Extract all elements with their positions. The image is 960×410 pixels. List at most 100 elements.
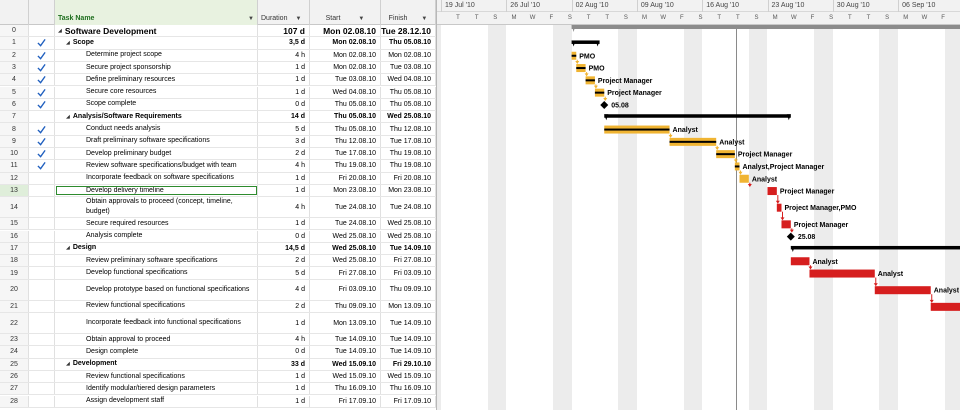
- table-row[interactable]: 19 Develop functional specifications 5 d Fr…: [0, 267, 436, 280]
- finish-cell[interactable]: Wed 15.09.10: [381, 370, 436, 383]
- duration-cell[interactable]: 0 d: [258, 346, 310, 358]
- critical-task-bar[interactable]: [930, 302, 960, 311]
- duration-cell[interactable]: 1 d: [258, 74, 310, 86]
- row-id[interactable]: 10: [0, 148, 29, 160]
- dependency-arrow[interactable]: [575, 61, 580, 65]
- start-cell[interactable]: Mon 02.08.10: [310, 49, 381, 61]
- start-cell[interactable]: Tue 24.08.10: [310, 218, 381, 230]
- duration-cell[interactable]: 1 d: [258, 383, 310, 395]
- start-cell[interactable]: Wed 04.08.10: [310, 86, 381, 98]
- start-cell[interactable]: Fri 17.09.10: [310, 395, 381, 407]
- dependency-arrow[interactable]: [593, 85, 598, 89]
- task-name-cell[interactable]: Define preliminary resources: [55, 74, 258, 86]
- start-cell[interactable]: Wed 25.08.10: [310, 230, 381, 242]
- duration-cell[interactable]: 1 d: [258, 184, 310, 197]
- finish-cell[interactable]: Wed 25.08.10: [381, 230, 436, 242]
- duration-cell[interactable]: 1 d: [258, 313, 310, 333]
- task-name-cell[interactable]: Review functional specifications: [55, 300, 258, 312]
- task-name-cell[interactable]: Incorporate feedback on software specifi…: [55, 172, 258, 184]
- resource-label[interactable]: Analyst: [934, 288, 960, 295]
- start-cell[interactable]: Wed 25.08.10: [310, 255, 381, 267]
- start-cell[interactable]: Thu 05.08.10: [310, 111, 381, 123]
- dependency-arrow[interactable]: [780, 217, 785, 221]
- row-id[interactable]: 7: [0, 111, 29, 123]
- start-cell[interactable]: Thu 05.08.10: [310, 123, 381, 135]
- table-row[interactable]: 11 Review software specifications/budget …: [0, 160, 436, 173]
- table-row[interactable]: 18 Review preliminary software specificat…: [0, 255, 436, 268]
- finish-cell[interactable]: Thu 19.08.10: [381, 160, 436, 172]
- row-id-header[interactable]: [0, 0, 29, 25]
- dependency-arrow[interactable]: [668, 134, 673, 138]
- finish-cell[interactable]: Wed 25.08.10: [381, 218, 436, 230]
- table-row[interactable]: 10 Develop preliminary budget 2 d Tue 17.08…: [0, 148, 436, 161]
- duration-cell[interactable]: 4 h: [258, 197, 310, 218]
- start-cell[interactable]: Thu 09.09.10: [310, 300, 381, 312]
- table-row[interactable]: 6 Scope complete 0 d Thu 05.08.10 Thu 05.08.…: [0, 98, 436, 112]
- duration-cell[interactable]: 1 d: [258, 172, 310, 184]
- resource-label[interactable]: PMO: [579, 53, 596, 60]
- resource-label[interactable]: Analyst: [812, 259, 838, 266]
- task-name-cell[interactable]: Develop delivery timeline: [55, 184, 258, 197]
- table-row[interactable]: 1 ◢ Scope 3,5 d Mon 02.08.10 Thu 05.08.10: [0, 37, 436, 50]
- finish-cell[interactable]: Fri 17.09.10: [381, 395, 436, 407]
- table-row[interactable]: 8 Conduct needs analysis 5 d Thu 05.08.10 Th…: [0, 123, 436, 136]
- collapse-triangle-icon[interactable]: ◢: [66, 114, 70, 120]
- table-row[interactable]: 13 Develop delivery timeline 1 d Mon 23.08.…: [0, 184, 436, 198]
- duration-cell[interactable]: 107 d: [258, 25, 310, 37]
- task-name-cell[interactable]: Analysis complete: [55, 230, 258, 242]
- row-id[interactable]: 20: [0, 279, 29, 300]
- task-name-header[interactable]: Task Name ▼: [55, 0, 258, 25]
- dependency-arrow[interactable]: [715, 147, 720, 151]
- row-id[interactable]: 23: [0, 334, 29, 346]
- critical-task-bar[interactable]: [776, 203, 782, 212]
- table-row[interactable]: 15 Secure required resources 1 d Tue 24.08.…: [0, 218, 436, 231]
- row-id[interactable]: 15: [0, 218, 29, 230]
- dependency-arrow[interactable]: [584, 73, 589, 77]
- task-name-cell[interactable]: Develop preliminary budget: [55, 148, 258, 160]
- finish-cell[interactable]: Thu 05.08.10: [381, 86, 436, 98]
- start-cell[interactable]: Thu 16.09.10: [310, 383, 381, 395]
- finish-cell[interactable]: Thu 12.08.10: [381, 123, 436, 135]
- finish-cell[interactable]: Fri 29.10.10: [381, 358, 436, 370]
- dependency-arrow[interactable]: [733, 159, 738, 163]
- row-id[interactable]: 21: [0, 300, 29, 312]
- summary-bar[interactable]: [571, 40, 600, 44]
- finish-cell[interactable]: Mon 23.08.10: [381, 184, 436, 197]
- dependency-arrow[interactable]: [603, 97, 608, 101]
- duration-header[interactable]: Duration ▼: [258, 0, 310, 25]
- task-name-cell[interactable]: Scope complete: [55, 98, 258, 111]
- row-id[interactable]: 0: [0, 25, 29, 37]
- start-header[interactable]: Start ▼: [310, 0, 381, 25]
- start-cell[interactable]: Wed 25.08.10: [310, 242, 381, 255]
- task-name-cell[interactable]: Obtain approvals to proceed (concept, ti…: [55, 197, 258, 218]
- table-row[interactable]: 28 Assign development staff 1 d Fri 17.09.1…: [0, 395, 436, 408]
- resource-label[interactable]: Analyst,Project Manager: [743, 164, 825, 171]
- duration-cell[interactable]: 14 d: [258, 111, 310, 123]
- project-summary-bar[interactable]: [571, 25, 960, 29]
- resource-label[interactable]: PMO: [589, 66, 606, 73]
- table-row[interactable]: 14 Obtain approvals to proceed (concept, …: [0, 197, 436, 219]
- row-id[interactable]: 4: [0, 74, 29, 86]
- start-cell[interactable]: Fri 20.08.10: [310, 172, 381, 184]
- row-id[interactable]: 11: [0, 160, 29, 172]
- dependency-arrow[interactable]: [747, 184, 752, 188]
- row-id[interactable]: 1: [0, 37, 29, 49]
- collapse-triangle-icon[interactable]: ◢: [66, 40, 70, 46]
- table-row[interactable]: 24 Design complete 0 d Tue 14.09.10 Tue 14.0…: [0, 346, 436, 359]
- duration-cell[interactable]: 1 d: [258, 61, 310, 74]
- resource-label[interactable]: Project Manager,PMO: [784, 205, 857, 212]
- duration-cell[interactable]: 0 d: [258, 230, 310, 242]
- duration-cell[interactable]: 2 d: [258, 255, 310, 267]
- finish-cell[interactable]: Tue 03.08.10: [381, 61, 436, 74]
- table-row[interactable]: 17 ◢ Design 14,5 d Wed 25.08.10 Tue 14.09.10: [0, 242, 436, 256]
- finish-cell[interactable]: Thu 05.08.10: [381, 37, 436, 49]
- table-row[interactable]: 16 Analysis complete 0 d Wed 25.08.10 Wed 25…: [0, 230, 436, 243]
- table-row[interactable]: 12 Incorporate feedback on software speci…: [0, 172, 436, 185]
- resource-label[interactable]: Project Manager: [794, 222, 849, 229]
- duration-cell[interactable]: 2 d: [258, 148, 310, 160]
- duration-cell[interactable]: 5 d: [258, 267, 310, 279]
- row-id[interactable]: 27: [0, 383, 29, 395]
- row-id[interactable]: 18: [0, 255, 29, 267]
- task-name-cell[interactable]: ◢ Design: [55, 242, 258, 255]
- duration-cell[interactable]: 4 d: [258, 279, 310, 300]
